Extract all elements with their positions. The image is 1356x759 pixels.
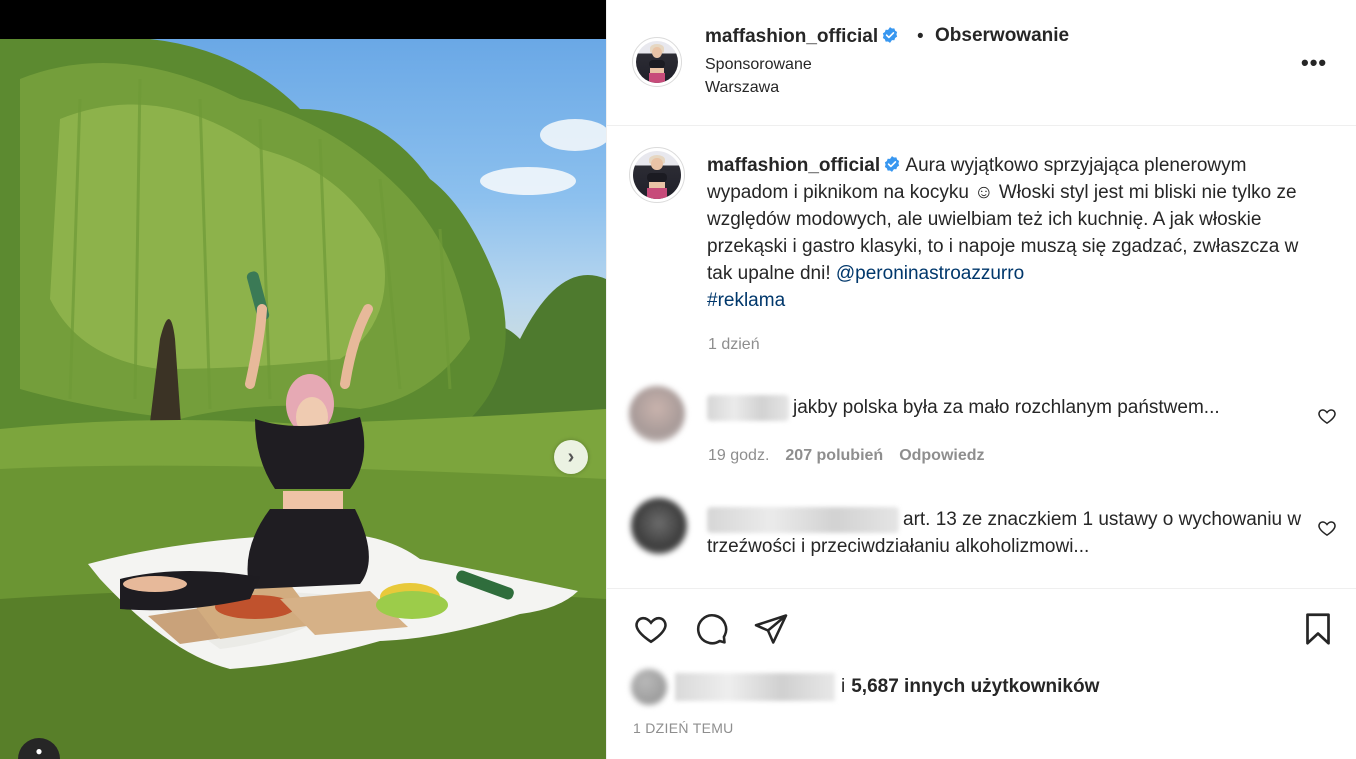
next-arrow-icon: ›: [567, 445, 575, 468]
post-timestamp[interactable]: 1 DZIEŃ TEMU: [633, 720, 734, 736]
user-tag-icon: ●: [35, 744, 43, 758]
commenter-username-blurred[interactable]: [707, 506, 899, 533]
share-icon[interactable]: [753, 611, 789, 647]
liker-avatar-blurred: [631, 669, 667, 705]
likes-conjunction: i: [841, 676, 846, 697]
comment-heart-icon[interactable]: [1317, 406, 1337, 426]
post-side-panel: maffashion_official • Obserwowanie Spons…: [606, 0, 1356, 759]
caption-timestamp: 1 dzień: [708, 336, 760, 353]
caption-username[interactable]: maffashion_official: [707, 155, 880, 176]
commenter-avatar[interactable]: [631, 498, 687, 554]
caption-hashtag-link[interactable]: #reklama: [707, 290, 785, 311]
comment-icon[interactable]: [693, 611, 729, 647]
post-media: › ●: [0, 0, 606, 759]
author-avatar[interactable]: [632, 37, 682, 87]
follow-separator: •: [917, 26, 924, 47]
more-options-icon[interactable]: •••: [1301, 50, 1327, 76]
reply-button[interactable]: Odpowiedz: [899, 447, 984, 464]
post-header: maffashion_official • Obserwowanie Spons…: [607, 0, 1356, 126]
sponsored-label[interactable]: Sponsorowane: [705, 56, 812, 74]
heart-icon[interactable]: [633, 611, 669, 647]
comment-heart-icon[interactable]: [1317, 518, 1337, 538]
post-actions-bar: i 5,687 innych użytkowników 1 DZIEŃ TEMU: [607, 588, 1356, 759]
verified-badge-icon: [885, 156, 900, 172]
caption-mention-link[interactable]: @peroninastroazzurro: [836, 263, 1024, 284]
likes-others-count: 5,687 innych użytkowników: [851, 676, 1100, 697]
picnic-illustration: [0, 39, 606, 759]
bookmark-icon[interactable]: [1300, 611, 1336, 647]
author-username: maffashion_official: [705, 26, 879, 47]
comment-likes-link[interactable]: 207 polubień: [785, 447, 883, 464]
likes-summary[interactable]: i 5,687 innych użytkowników: [631, 669, 1099, 705]
comment-meta: 19 godz. 207 polubień Odpowiedz: [708, 447, 1001, 465]
comment-body: jakby polska była za mało rozchlanym pań…: [707, 394, 1267, 421]
liker-username-blurred: [675, 673, 835, 701]
following-button[interactable]: Obserwowanie: [935, 25, 1069, 47]
next-photo-button[interactable]: ›: [554, 440, 588, 474]
commenter-username-blurred[interactable]: [707, 394, 789, 421]
comment-text: jakby polska była za mało rozchlanym pań…: [793, 397, 1220, 418]
verified-badge-icon: [883, 27, 898, 43]
caption-text-block: maffashion_official Aura wyjątkowo sprzy…: [707, 152, 1307, 314]
comment-body: art. 13 ze znaczkiem 1 ustawy o wychowan…: [707, 506, 1307, 560]
post-photo: ›: [0, 39, 606, 759]
location-link[interactable]: Warszawa: [705, 79, 779, 97]
comment-timestamp: 19 godz.: [708, 447, 770, 464]
caption-author-avatar[interactable]: [629, 147, 685, 203]
commenter-avatar[interactable]: [629, 386, 685, 442]
author-username-link[interactable]: maffashion_official: [705, 26, 899, 48]
